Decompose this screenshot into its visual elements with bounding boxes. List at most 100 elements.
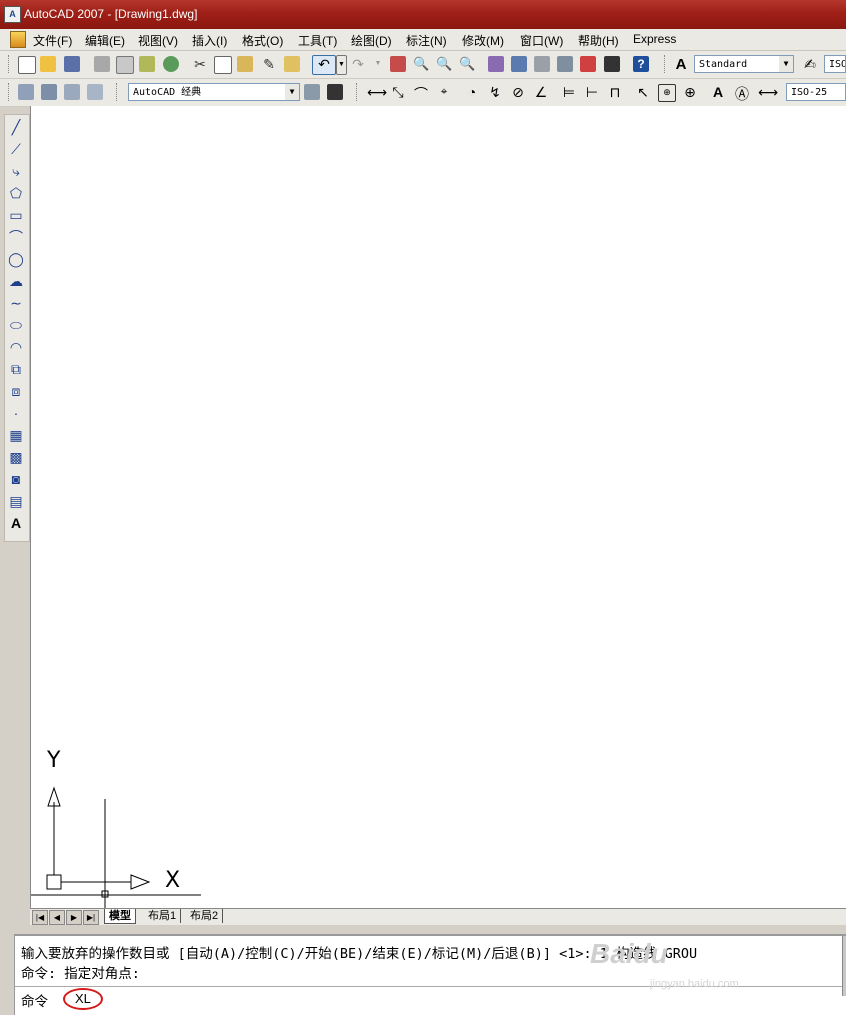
ellipse-arc-icon[interactable]: ◠ — [8, 339, 24, 355]
layer-manager-icon[interactable] — [41, 84, 57, 100]
angular-dim-icon[interactable]: ∠ — [533, 84, 549, 100]
markup-icon[interactable] — [580, 56, 596, 72]
plot-preview-icon[interactable] — [116, 56, 134, 74]
title-bar[interactable]: A AutoCAD 2007 - [Drawing1.dwg] — [0, 0, 846, 29]
circle-icon[interactable]: ◯ — [8, 251, 24, 267]
linear-dim-icon[interactable]: ⟷ — [367, 84, 387, 100]
save-icon[interactable] — [64, 56, 80, 72]
tolerance-icon[interactable]: ⊕ — [658, 84, 676, 102]
quick-dim-icon[interactable]: ⊨ — [561, 84, 577, 100]
jogged-dim-icon[interactable]: ↯ — [487, 84, 503, 100]
diameter-dim-icon[interactable]: ⊘ — [510, 84, 526, 100]
zoom-realtime-icon[interactable]: 🔍 — [413, 56, 429, 72]
dim-edit-icon[interactable]: A — [710, 84, 726, 100]
tab-model[interactable]: 模型 — [104, 909, 136, 924]
menu-insert[interactable]: 插入(I) — [192, 32, 227, 49]
pan-icon[interactable] — [390, 56, 406, 72]
prev-tab-button[interactable]: ◀ — [49, 910, 65, 925]
point-icon[interactable]: · — [8, 405, 24, 421]
tab-layout2[interactable]: 布局2 — [186, 909, 224, 923]
3d-dwf-icon[interactable] — [163, 56, 179, 72]
workspace-icon[interactable] — [18, 84, 34, 100]
undo-dropdown-icon[interactable]: ▼ — [336, 55, 347, 75]
construction-line-icon[interactable]: ⟋ — [8, 141, 24, 157]
next-tab-button[interactable]: ▶ — [66, 910, 82, 925]
arc-length-icon[interactable]: ⌒ — [413, 84, 429, 102]
menu-express[interactable]: Express — [633, 32, 676, 46]
dim-update-icon[interactable]: ⟷ — [758, 84, 778, 100]
menu-view[interactable]: 视图(V) — [138, 32, 178, 49]
gradient-icon[interactable]: ▩ — [8, 449, 24, 465]
new-icon[interactable] — [18, 56, 36, 74]
toolbar-grip[interactable] — [8, 55, 12, 73]
toolbar-grip[interactable] — [664, 55, 668, 73]
save-workspace-icon[interactable] — [327, 84, 343, 100]
make-block-icon[interactable]: ⧈ — [8, 383, 24, 399]
dim-text-edit-icon[interactable]: Ⓐ — [734, 84, 750, 102]
toolbar-grip[interactable] — [116, 83, 120, 101]
radius-dim-icon[interactable]: ◔ — [464, 84, 480, 100]
command-scrollbar[interactable] — [842, 936, 846, 996]
open-icon[interactable] — [40, 56, 56, 72]
aligned-dim-icon[interactable]: ⤡ — [390, 84, 406, 100]
baseline-dim-icon[interactable]: ⊢ — [584, 84, 600, 100]
toolbar-grip[interactable] — [356, 83, 360, 101]
text-style-icon[interactable]: A — [673, 56, 689, 73]
spline-icon[interactable]: ∼ — [8, 295, 24, 311]
menu-tools[interactable]: 工具(T) — [298, 32, 337, 49]
drawing-canvas[interactable]: Y X — [30, 106, 846, 908]
menu-draw[interactable]: 绘图(D) — [351, 32, 392, 49]
insert-block-icon[interactable]: ⧉ — [8, 361, 24, 377]
calculator-icon[interactable] — [604, 56, 620, 72]
dim-style-select-top[interactable]: ISO — [824, 55, 846, 73]
line-icon[interactable]: ╱ — [8, 119, 24, 135]
tab-layout1[interactable]: 布局1 — [144, 909, 182, 923]
menu-help[interactable]: 帮助(H) — [578, 32, 619, 49]
center-mark-icon[interactable]: ⊕ — [682, 84, 698, 100]
block-editor-icon[interactable] — [284, 56, 300, 72]
last-tab-button[interactable]: ▶| — [83, 910, 99, 925]
help-icon[interactable]: ? — [633, 56, 649, 72]
arc-icon[interactable]: ⌒ — [8, 229, 24, 245]
menu-dimension[interactable]: 标注(N) — [406, 32, 447, 49]
layer-previous-icon[interactable] — [64, 84, 80, 100]
menu-format[interactable]: 格式(O) — [242, 32, 283, 49]
continue-dim-icon[interactable]: ⊓ — [607, 84, 623, 100]
layer-state-icon[interactable] — [87, 84, 103, 100]
multiline-text-icon[interactable]: A — [8, 515, 24, 531]
command-input-value[interactable]: XL — [75, 991, 91, 1006]
zoom-window-icon[interactable]: 🔍 — [436, 56, 452, 72]
polyline-icon[interactable]: ⤷ — [8, 163, 24, 179]
rectangle-icon[interactable]: ▭ — [8, 207, 24, 223]
tool-palettes-icon[interactable] — [534, 56, 550, 72]
publish-icon[interactable] — [139, 56, 155, 72]
region-icon[interactable]: ◙ — [8, 471, 24, 487]
ordinate-dim-icon[interactable]: ⌖ — [436, 84, 452, 100]
polygon-icon[interactable]: ⬠ — [8, 185, 24, 201]
workspace-select[interactable]: AutoCAD 经典 ▼ — [128, 83, 300, 101]
autocad-logo-icon[interactable]: A — [4, 6, 21, 23]
command-window[interactable]: 输入要放弃的操作数目或 [自动(A)/控制(C)/开始(BE)/结束(E)/标记… — [14, 934, 846, 1015]
matchprop-icon[interactable]: ✎ — [261, 56, 277, 72]
plot-icon[interactable] — [94, 56, 110, 72]
properties-icon[interactable] — [488, 56, 504, 72]
toolbar-grip[interactable] — [8, 83, 12, 101]
menu-file[interactable]: 文件(F) — [33, 32, 72, 49]
paste-icon[interactable] — [237, 56, 253, 72]
dim-style-icon[interactable]: ✍ — [802, 56, 818, 72]
menu-modify[interactable]: 修改(M) — [462, 32, 504, 49]
workspace-settings-icon[interactable] — [304, 84, 320, 100]
text-style-select[interactable]: Standard ▼ — [694, 55, 794, 73]
menu-edit[interactable]: 编辑(E) — [85, 32, 125, 49]
table-icon[interactable]: ▤ — [8, 493, 24, 509]
sheet-set-icon[interactable] — [557, 56, 573, 72]
dim-style-select[interactable]: ISO-25 — [786, 83, 846, 101]
ellipse-icon[interactable]: ⬭ — [8, 317, 24, 333]
hatch-icon[interactable]: ▦ — [8, 427, 24, 443]
revcloud-icon[interactable]: ☁ — [8, 273, 24, 289]
designcenter-icon[interactable] — [511, 56, 527, 72]
undo-icon[interactable]: ↶ — [312, 55, 336, 75]
cut-icon[interactable]: ✂ — [192, 56, 208, 72]
zoom-previous-icon[interactable]: 🔍 — [459, 56, 475, 72]
document-icon[interactable] — [10, 31, 26, 48]
